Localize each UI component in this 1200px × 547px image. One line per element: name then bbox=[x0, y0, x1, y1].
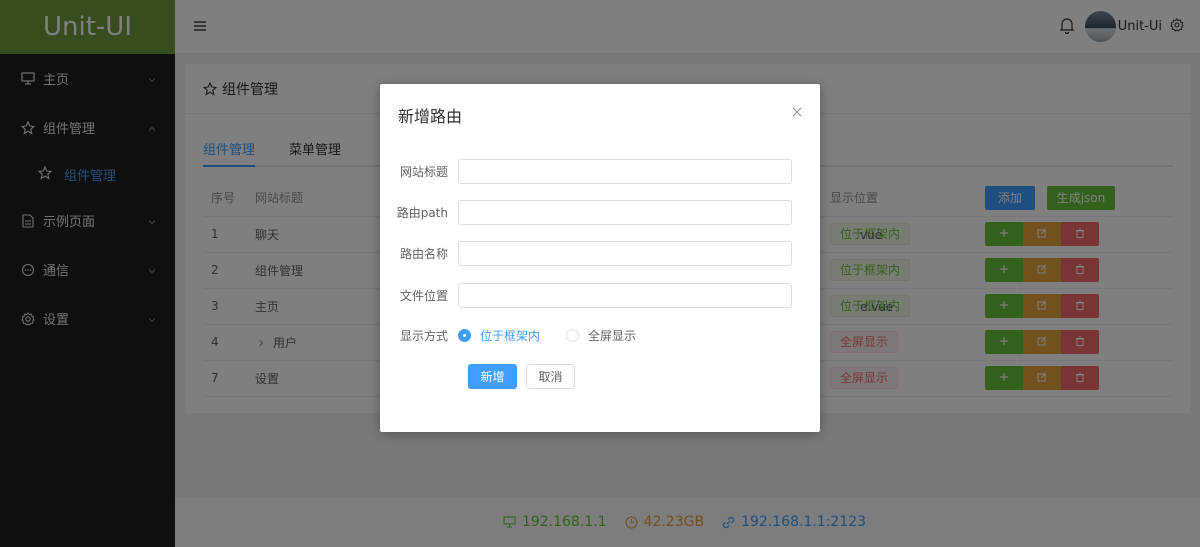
field-label: 文件位置 bbox=[399, 289, 448, 303]
file-location-input[interactable] bbox=[458, 283, 792, 308]
radio-label: 全屏显示 bbox=[588, 329, 637, 343]
form-row-display: 显示方式 位于框架内 全屏显示 bbox=[380, 323, 820, 348]
form-row-file: 文件位置 bbox=[380, 283, 820, 308]
form-row-path: 路由path bbox=[380, 200, 820, 225]
radio-fullscreen[interactable]: 全屏显示 bbox=[566, 327, 636, 344]
cancel-button[interactable]: 取消 bbox=[526, 364, 575, 389]
route-path-input[interactable] bbox=[458, 200, 792, 225]
form-row-title: 网站标题 bbox=[380, 159, 820, 184]
site-title-input[interactable] bbox=[458, 159, 792, 184]
close-icon[interactable] bbox=[792, 102, 802, 121]
radio-dot bbox=[458, 329, 471, 342]
field-label: 路由path bbox=[396, 206, 448, 220]
dialog-title: 新增路由 bbox=[398, 107, 463, 126]
radio-in-frame[interactable]: 位于框架内 bbox=[458, 327, 540, 344]
radio-dot bbox=[566, 329, 580, 342]
route-name-input[interactable] bbox=[458, 241, 792, 266]
form-row-name: 路由名称 bbox=[380, 241, 820, 266]
field-label: 显示方式 bbox=[399, 329, 448, 343]
submit-button[interactable]: 新增 bbox=[468, 364, 517, 389]
field-label: 路由名称 bbox=[399, 247, 448, 261]
add-route-dialog: 新增路由 网站标题 路由path 路由名称 文件位置 显示方式 位于框架内 全屏… bbox=[380, 84, 820, 432]
radio-label: 位于框架内 bbox=[480, 329, 541, 343]
field-label: 网站标题 bbox=[399, 165, 448, 179]
